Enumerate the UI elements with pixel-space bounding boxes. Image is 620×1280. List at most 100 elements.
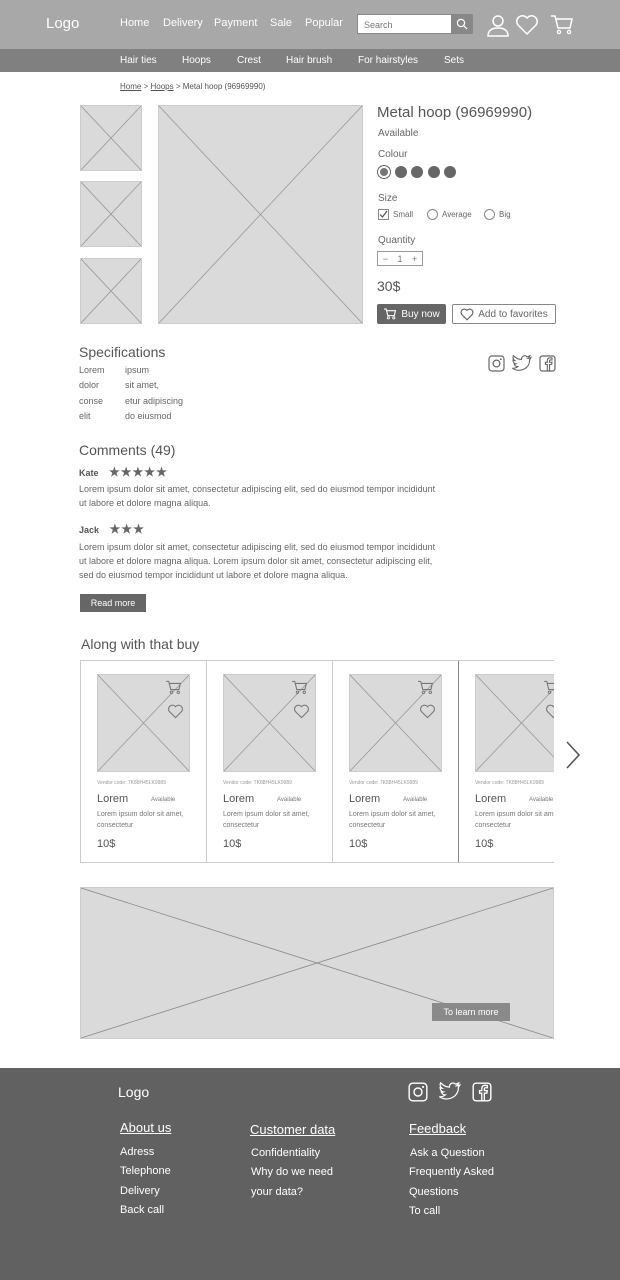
- quantity-stepper: − 1 +: [377, 251, 423, 266]
- product-card[interactable]: Vendor code: 7K88H45LK9989 Lorem Availab…: [206, 661, 332, 862]
- size-option-label: Big: [499, 210, 511, 219]
- twitter-icon[interactable]: [439, 1081, 462, 1102]
- footer-heading-about-us[interactable]: About us: [120, 1120, 171, 1135]
- product-thumbnail[interactable]: [80, 105, 142, 171]
- twitter-icon[interactable]: [512, 354, 533, 372]
- availability-status: Available: [378, 128, 419, 139]
- breadcrumb-home[interactable]: Home: [120, 82, 141, 91]
- search-input[interactable]: [358, 16, 452, 34]
- quantity-label: Quantity: [378, 235, 416, 246]
- spec-row: dolor sit amet,: [79, 380, 159, 390]
- category-sets[interactable]: Sets: [444, 55, 464, 66]
- add-to-favorites-button[interactable]: Add to favorites: [452, 304, 556, 324]
- category-hoops[interactable]: Hoops: [182, 55, 211, 66]
- size-option-big[interactable]: Big: [484, 209, 511, 220]
- logo[interactable]: Logo: [46, 15, 79, 32]
- radio-icon: [484, 209, 495, 220]
- comment-line: ut labore et dolore magna aliqua.: [79, 498, 211, 508]
- colour-swatch[interactable]: [428, 166, 440, 178]
- product-name[interactable]: Lorem: [97, 793, 128, 805]
- related-section-title: Along with that buy: [81, 636, 200, 652]
- product-thumbnail[interactable]: [80, 181, 142, 247]
- category-for-hairstyles[interactable]: For hairstyles: [358, 55, 418, 66]
- footer-link-to-call[interactable]: To call: [409, 1205, 440, 1217]
- size-option-label: Small: [393, 210, 414, 219]
- quantity-decrease-button[interactable]: −: [383, 254, 388, 264]
- chevron-right-icon[interactable]: [562, 740, 584, 770]
- cart-icon[interactable]: [165, 680, 182, 695]
- cart-icon[interactable]: [543, 680, 554, 695]
- spec-key: elit: [79, 411, 91, 421]
- footer-link-ask-question[interactable]: Ask a Question: [410, 1147, 485, 1159]
- footer-link-telephone[interactable]: Telephone: [120, 1165, 171, 1177]
- footer-link-back-call[interactable]: Back call: [120, 1204, 164, 1216]
- availability-status: Available: [403, 797, 428, 803]
- buy-now-button[interactable]: Buy now: [377, 304, 446, 324]
- footer-link-faq[interactable]: Frequently Asked: [409, 1166, 494, 1178]
- quantity-increase-button[interactable]: +: [412, 254, 417, 264]
- spec-key: Lorem: [79, 365, 105, 375]
- nav-popular[interactable]: Popular: [305, 17, 343, 29]
- footer-link-faq-cont[interactable]: Questions: [409, 1186, 459, 1198]
- nav-home[interactable]: Home: [120, 17, 149, 29]
- facebook-icon[interactable]: [472, 1082, 492, 1102]
- colour-swatch[interactable]: [411, 166, 423, 178]
- breadcrumb-separator: >: [173, 82, 183, 91]
- nav-sale[interactable]: Sale: [270, 17, 292, 29]
- nav-delivery[interactable]: Delivery: [163, 17, 203, 29]
- comment-line: Lorem ipsum dolor sit amet, consectetur …: [79, 484, 436, 494]
- comments-title: Comments (49): [79, 442, 176, 458]
- footer-link-confidentiality[interactable]: Confidentiality: [251, 1147, 320, 1159]
- heart-icon[interactable]: [419, 704, 436, 719]
- colour-swatch[interactable]: [395, 166, 407, 178]
- heart-icon[interactable]: [514, 12, 540, 38]
- footer-link-delivery[interactable]: Delivery: [120, 1185, 160, 1197]
- product-thumbnail[interactable]: [80, 258, 142, 324]
- heart-icon[interactable]: [167, 704, 184, 719]
- footer-logo[interactable]: Logo: [118, 1084, 149, 1100]
- cart-icon[interactable]: [417, 680, 434, 695]
- colour-swatch-selected[interactable]: [378, 166, 390, 178]
- instagram-icon[interactable]: [408, 1082, 428, 1102]
- product-card[interactable]: Vendor code: 7K88H45LK9989 Lorem Availab…: [80, 661, 206, 862]
- read-more-button[interactable]: Read more: [80, 594, 146, 612]
- spec-value: sit amet,: [125, 380, 160, 390]
- heart-icon[interactable]: [545, 704, 554, 719]
- product-name[interactable]: Lorem: [223, 793, 254, 805]
- footer-link-adress[interactable]: Adress: [120, 1146, 154, 1158]
- category-hair-brush[interactable]: Hair brush: [286, 55, 332, 66]
- product-card[interactable]: Vendor code: 7K88H45LK9989 Lorem Availab…: [332, 661, 458, 862]
- category-hair-ties[interactable]: Hair ties: [120, 55, 157, 66]
- search-button[interactable]: [451, 14, 473, 34]
- facebook-icon[interactable]: [539, 355, 556, 372]
- related-products-carousel: Vendor code: 7K88H45LK9989 Lorem Availab…: [80, 660, 554, 863]
- footer-link-why-data[interactable]: Why do we need: [251, 1166, 333, 1178]
- comment-line: sed do eiusmod tempor incididunt ut labo…: [79, 570, 348, 580]
- footer-heading-customer-data[interactable]: Customer data: [250, 1122, 335, 1137]
- cart-icon[interactable]: [291, 680, 308, 695]
- product-card[interactable]: Vendor code: 7K88H45LK9989 Lorem Availab…: [458, 661, 554, 862]
- quantity-value[interactable]: 1: [397, 254, 402, 264]
- cart-icon[interactable]: [549, 12, 575, 38]
- breadcrumb-hoops[interactable]: Hoops: [150, 82, 173, 91]
- product-price: 10$: [475, 838, 494, 850]
- product-name[interactable]: Lorem: [349, 793, 380, 805]
- star-rating-icon: ★★★: [109, 522, 145, 536]
- nav-payment[interactable]: Payment: [214, 17, 257, 29]
- instagram-icon[interactable]: [488, 355, 505, 372]
- heart-icon[interactable]: [293, 704, 310, 719]
- learn-more-button[interactable]: To learn more: [432, 1003, 510, 1021]
- product-main-image[interactable]: [158, 105, 363, 324]
- colour-swatch[interactable]: [444, 166, 456, 178]
- product-name[interactable]: Lorem: [475, 793, 506, 805]
- category-crest[interactable]: Crest: [237, 55, 261, 66]
- breadcrumb: Home > Hoops > Metal hoop (96969990): [120, 82, 265, 91]
- footer-link-why-data-cont[interactable]: your data?: [251, 1186, 303, 1198]
- size-option-small[interactable]: Small: [378, 209, 413, 220]
- footer-heading-feedback[interactable]: Feedback: [409, 1121, 466, 1136]
- vendor-code: Vendor code: 7K88H45LK9989: [97, 780, 166, 786]
- size-option-label: Average: [442, 210, 472, 219]
- user-icon[interactable]: [485, 12, 511, 38]
- product-price: 10$: [349, 838, 368, 850]
- size-option-average[interactable]: Average: [427, 209, 472, 220]
